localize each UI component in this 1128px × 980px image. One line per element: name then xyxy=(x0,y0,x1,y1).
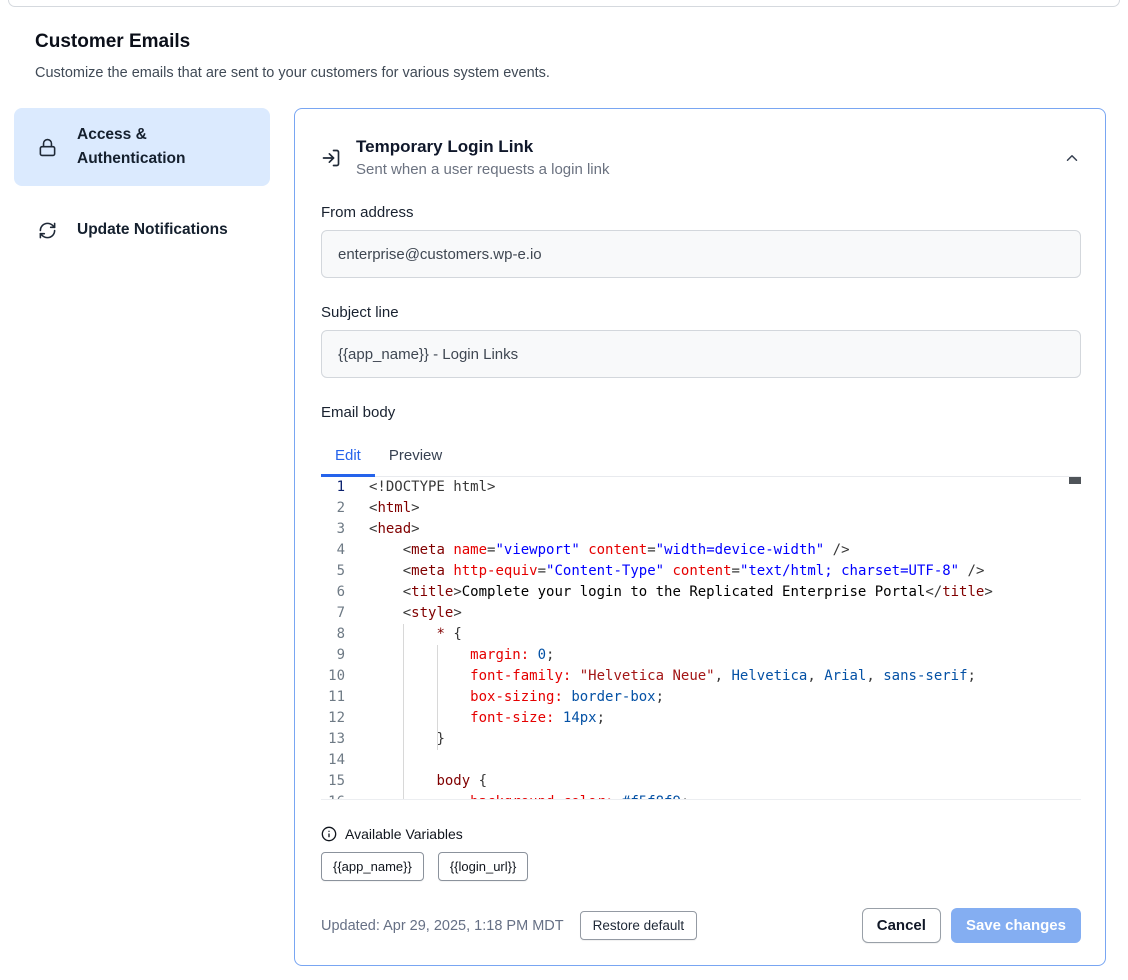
variable-chips: {{app_name}} {{login_url}} xyxy=(321,852,1081,881)
code-line: 13 } xyxy=(321,729,1081,750)
card-header-text: Temporary Login Link Sent when a user re… xyxy=(356,137,609,178)
code-line-text: background-color: #f5f8f9; xyxy=(369,792,689,800)
card-footer: Updated: Apr 29, 2025, 1:18 PM MDT Resto… xyxy=(321,908,1081,943)
from-address-label: From address xyxy=(321,204,1081,221)
code-line-text: box-sizing: border-box; xyxy=(369,687,664,708)
code-line-text: <meta http-equiv="Content-Type" content=… xyxy=(369,561,984,582)
code-line: 5 <meta http-equiv="Content-Type" conten… xyxy=(321,561,1081,582)
code-line-text: body { xyxy=(369,771,487,792)
page-title: Customer Emails xyxy=(35,31,1093,53)
code-line: 8 * { xyxy=(321,624,1081,645)
cancel-button[interactable]: Cancel xyxy=(862,908,941,943)
code-line-text: <!DOCTYPE html> xyxy=(369,477,495,498)
chevron-up-icon[interactable] xyxy=(1063,149,1081,167)
code-line: 1 <!DOCTYPE html> xyxy=(321,477,1081,498)
editor-scrollbar-thumb[interactable] xyxy=(1069,477,1081,484)
code-line: 9 margin: 0; xyxy=(321,645,1081,666)
email-types-sidebar: Access & Authentication Update Notificat… xyxy=(14,108,270,966)
code-line: 4 <meta name="viewport" content="width=d… xyxy=(321,540,1081,561)
info-icon xyxy=(321,826,337,842)
code-line: 10 font-family: "Helvetica Neue", Helvet… xyxy=(321,666,1081,687)
line-number: 4 xyxy=(321,540,345,561)
code-line: 2 <html> xyxy=(321,498,1081,519)
available-variables-header: Available Variables xyxy=(321,826,1081,842)
card-header: Temporary Login Link Sent when a user re… xyxy=(321,137,1081,178)
line-number: 7 xyxy=(321,603,345,624)
line-number: 6 xyxy=(321,582,345,603)
code-line-text: font-size: 14px; xyxy=(369,708,605,729)
line-number: 14 xyxy=(321,750,345,771)
indent-guide xyxy=(437,645,438,750)
variable-chip-login-url[interactable]: {{login_url}} xyxy=(438,852,529,881)
code-line: 7 <style> xyxy=(321,603,1081,624)
content-layout: Access & Authentication Update Notificat… xyxy=(0,108,1128,966)
line-number: 1 xyxy=(321,477,345,498)
indent-guide xyxy=(403,624,404,800)
variable-chip-app-name[interactable]: {{app_name}} xyxy=(321,852,424,881)
page-subtitle: Customize the emails that are sent to yo… xyxy=(35,65,1093,81)
email-body-label: Email body xyxy=(321,404,1081,421)
code-line: 12 font-size: 14px; xyxy=(321,708,1081,729)
line-number: 16 xyxy=(321,792,345,800)
save-changes-button[interactable]: Save changes xyxy=(951,908,1081,943)
line-number: 8 xyxy=(321,624,345,645)
code-line: 16 background-color: #f5f8f9; xyxy=(321,792,1081,800)
code-line: 15 body { xyxy=(321,771,1081,792)
line-number: 15 xyxy=(321,771,345,792)
code-line-text: <meta name="viewport" content="width=dev… xyxy=(369,540,850,561)
code-line-text: font-family: "Helvetica Neue", Helvetica… xyxy=(369,666,976,687)
line-number: 9 xyxy=(321,645,345,666)
tab-preview[interactable]: Preview xyxy=(375,437,456,477)
line-number: 3 xyxy=(321,519,345,540)
code-line: 3 <head> xyxy=(321,519,1081,540)
line-number: 11 xyxy=(321,687,345,708)
subject-line-label: Subject line xyxy=(321,304,1081,321)
updated-timestamp: Updated: Apr 29, 2025, 1:18 PM MDT xyxy=(321,918,564,934)
code-editor[interactable]: 1<!DOCTYPE html>2<html>3<head>4 <meta na… xyxy=(321,477,1081,800)
line-number: 5 xyxy=(321,561,345,582)
tab-edit[interactable]: Edit xyxy=(321,437,375,477)
page-header: Customer Emails Customize the emails tha… xyxy=(0,7,1128,81)
available-variables-label: Available Variables xyxy=(345,826,463,842)
line-number: 10 xyxy=(321,666,345,687)
email-type-title: Temporary Login Link xyxy=(356,137,609,157)
code-line-text: * { xyxy=(369,624,462,645)
code-line-text: <html> xyxy=(369,498,420,519)
subject-line-input[interactable] xyxy=(321,330,1081,378)
sidebar-item-label: Access & Authentication xyxy=(77,123,256,171)
sidebar-item-access-authentication[interactable]: Access & Authentication xyxy=(14,108,270,186)
code-line: 14 xyxy=(321,750,1081,771)
from-address-input[interactable] xyxy=(321,230,1081,278)
sidebar-item-update-notifications[interactable]: Update Notifications xyxy=(14,203,270,257)
code-line-text: <style> xyxy=(369,603,462,624)
code-line: 11 box-sizing: border-box; xyxy=(321,687,1081,708)
code-editor-lines: 1<!DOCTYPE html>2<html>3<head>4 <meta na… xyxy=(321,477,1081,800)
code-line-text: margin: 0; xyxy=(369,645,554,666)
line-number: 2 xyxy=(321,498,345,519)
code-line-text: <head> xyxy=(369,519,420,540)
email-type-description: Sent when a user requests a login link xyxy=(356,161,609,178)
log-in-icon xyxy=(321,148,341,168)
refresh-icon xyxy=(38,220,58,240)
restore-default-button[interactable]: Restore default xyxy=(580,911,698,940)
email-settings-card: Temporary Login Link Sent when a user re… xyxy=(294,108,1106,966)
line-number: 12 xyxy=(321,708,345,729)
code-line: 6 <title>Complete your login to the Repl… xyxy=(321,582,1081,603)
line-number: 13 xyxy=(321,729,345,750)
previous-card-bottom-edge xyxy=(8,0,1120,7)
editor-tabs: Edit Preview xyxy=(321,437,1081,477)
lock-icon xyxy=(38,137,58,157)
code-line-text: } xyxy=(369,729,445,750)
sidebar-item-label: Update Notifications xyxy=(77,218,228,242)
code-line-text: <title>Complete your login to the Replic… xyxy=(369,582,993,603)
